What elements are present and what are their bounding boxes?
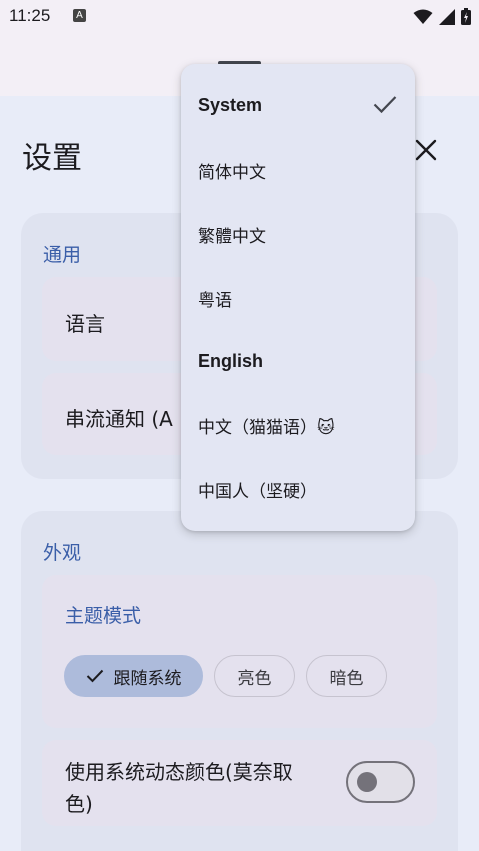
chip-dark[interactable]: 暗色 [306,655,387,697]
status-time: 11:25 [9,6,51,25]
signal-icon [439,8,455,25]
menu-item-label: 中国人（坚硬） [198,482,317,502]
menu-item-label: 中文（猫猫语）🐱 [198,418,335,438]
stream-notification-label: 串流通知 (A [65,407,173,431]
dynamic-color-toggle[interactable] [346,761,415,803]
dynamic-color-label-line1: 使用系统动态颜色(莫奈取 [65,760,293,784]
close-icon [415,139,437,161]
chip-light[interactable]: 亮色 [214,655,295,697]
general-section-title: 通用 [43,244,82,266]
menu-item-label: 粤语 [198,291,232,311]
menu-item-label: 繁體中文 [198,227,266,247]
theme-mode-title: 主题模式 [65,605,142,627]
menu-item-system[interactable]: System [181,74,415,137]
menu-item-traditional-chinese[interactable]: 繁體中文 [181,203,415,266]
chip-follow-system[interactable]: 跟随系统 [64,655,203,697]
menu-item-hard-chinese[interactable]: 中国人（坚硬） [181,458,415,521]
dynamic-color-label-line2: 色) [65,792,93,816]
wifi-icon [413,9,433,24]
menu-item-simplified-chinese[interactable]: 简体中文 [181,139,415,202]
menu-item-cantonese[interactable]: 粤语 [181,267,415,330]
menu-item-label: System [198,95,263,115]
notification-icon: A [73,9,86,22]
chip-label: 暗色 [329,668,364,689]
menu-item-label: English [198,351,264,371]
check-icon [86,669,103,683]
appearance-section: 外观 主题模式 跟随系统 亮色 暗色 使用系统动态颜色(莫奈取 色) [21,511,458,851]
theme-chips: 跟随系统 亮色 暗色 [64,655,387,697]
dynamic-color-card: 使用系统动态颜色(莫奈取 色) [42,740,437,826]
language-dropdown-menu: System 简体中文 繁體中文 粤语 English 中文（猫猫语）🐱 中国人… [181,64,415,531]
theme-mode-card: 主题模式 跟随系统 亮色 暗色 [42,575,437,728]
appearance-section-title: 外观 [43,542,82,564]
menu-item-label: 简体中文 [198,163,266,183]
page-title: 设置 [22,141,82,176]
toggle-knob [357,772,377,792]
chip-label: 跟随系统 [113,668,182,689]
status-bar: 11:25 A [0,0,479,34]
chip-label: 亮色 [237,668,272,689]
check-icon [373,96,397,114]
menu-item-english[interactable]: English [181,330,415,393]
battery-charging-icon [461,8,471,25]
language-label: 语言 [65,312,105,336]
status-icons [413,8,471,25]
menu-item-cat-chinese[interactable]: 中文（猫猫语）🐱 [181,394,415,457]
